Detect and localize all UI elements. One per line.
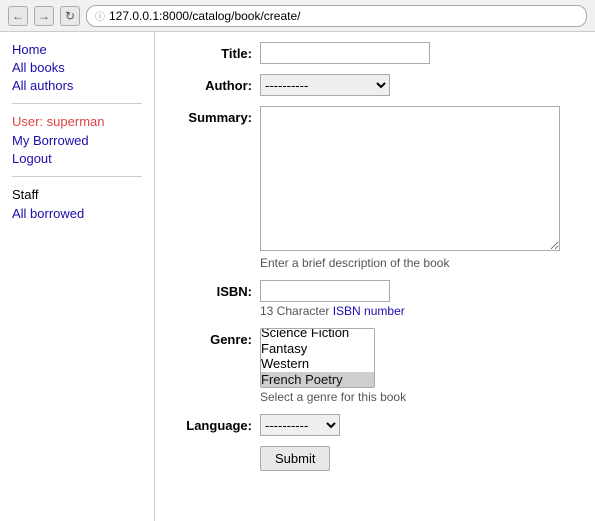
sidebar-item-all-authors[interactable]: All authors bbox=[12, 78, 142, 93]
genre-select[interactable]: Science Fiction Fantasy Western French P… bbox=[260, 328, 375, 388]
sidebar-staff-label: Staff bbox=[12, 187, 142, 202]
genre-option-2[interactable]: Western bbox=[261, 356, 374, 372]
sidebar-divider-2 bbox=[12, 176, 142, 177]
form-row-title: Title: bbox=[175, 42, 575, 64]
title-label: Title: bbox=[175, 42, 260, 61]
form-row-isbn: ISBN: 13 Character ISBN number bbox=[175, 280, 575, 318]
lock-icon: ⓘ bbox=[95, 8, 105, 23]
author-control-wrap: ---------- bbox=[260, 74, 575, 96]
genre-hint: Select a genre for this book bbox=[260, 390, 575, 404]
form-row-language: Language: ---------- bbox=[175, 414, 575, 436]
reload-button[interactable]: ↻ bbox=[60, 6, 80, 26]
submit-spacer bbox=[175, 446, 260, 450]
isbn-input[interactable] bbox=[260, 280, 390, 302]
summary-hint: Enter a brief description of the book bbox=[260, 256, 575, 270]
title-input[interactable] bbox=[260, 42, 430, 64]
language-select[interactable]: ---------- bbox=[260, 414, 340, 436]
browser-bar: ← → ↻ ⓘ 127.0.0.1:8000/catalog/book/crea… bbox=[0, 0, 595, 32]
sidebar-divider-1 bbox=[12, 103, 142, 104]
back-button[interactable]: ← bbox=[8, 6, 28, 26]
form-row-genre: Genre: Science Fiction Fantasy Western F… bbox=[175, 328, 575, 404]
isbn-link[interactable]: ISBN number bbox=[333, 304, 405, 318]
title-control-wrap bbox=[260, 42, 575, 64]
summary-control-wrap: Enter a brief description of the book bbox=[260, 106, 575, 270]
genre-option-3[interactable]: French Poetry bbox=[261, 372, 374, 388]
author-select[interactable]: ---------- bbox=[260, 74, 390, 96]
genre-label: Genre: bbox=[175, 328, 260, 347]
form-row-submit: Submit bbox=[175, 446, 575, 471]
user-label: User: superman bbox=[12, 114, 142, 129]
isbn-hint: 13 Character ISBN number bbox=[260, 304, 575, 318]
submit-button[interactable]: Submit bbox=[260, 446, 330, 471]
sidebar-item-my-borrowed[interactable]: My Borrowed bbox=[12, 133, 142, 148]
genre-control-wrap: Science Fiction Fantasy Western French P… bbox=[260, 328, 575, 404]
sidebar-item-all-borrowed[interactable]: All borrowed bbox=[12, 206, 142, 221]
isbn-label: ISBN: bbox=[175, 280, 260, 299]
isbn-control-wrap: 13 Character ISBN number bbox=[260, 280, 575, 318]
sidebar-item-home[interactable]: Home bbox=[12, 42, 142, 57]
sidebar-item-all-books[interactable]: All books bbox=[12, 60, 142, 75]
genre-option-0[interactable]: Science Fiction bbox=[261, 328, 374, 341]
sidebar-item-logout[interactable]: Logout bbox=[12, 151, 142, 166]
summary-label: Summary: bbox=[175, 106, 260, 125]
language-label: Language: bbox=[175, 414, 260, 433]
main-content: Title: Author: ---------- Summary: Enter… bbox=[155, 32, 595, 521]
sidebar: Home All books All authors User: superma… bbox=[0, 32, 155, 521]
form-row-author: Author: ---------- bbox=[175, 74, 575, 96]
language-control-wrap: ---------- bbox=[260, 414, 575, 436]
submit-wrap: Submit bbox=[260, 446, 575, 471]
form-row-summary: Summary: Enter a brief description of th… bbox=[175, 106, 575, 270]
summary-textarea[interactable] bbox=[260, 106, 560, 251]
address-bar[interactable]: ⓘ 127.0.0.1:8000/catalog/book/create/ bbox=[86, 5, 587, 27]
page-layout: Home All books All authors User: superma… bbox=[0, 32, 595, 521]
author-label: Author: bbox=[175, 74, 260, 93]
forward-button[interactable]: → bbox=[34, 6, 54, 26]
genre-option-1[interactable]: Fantasy bbox=[261, 341, 374, 357]
